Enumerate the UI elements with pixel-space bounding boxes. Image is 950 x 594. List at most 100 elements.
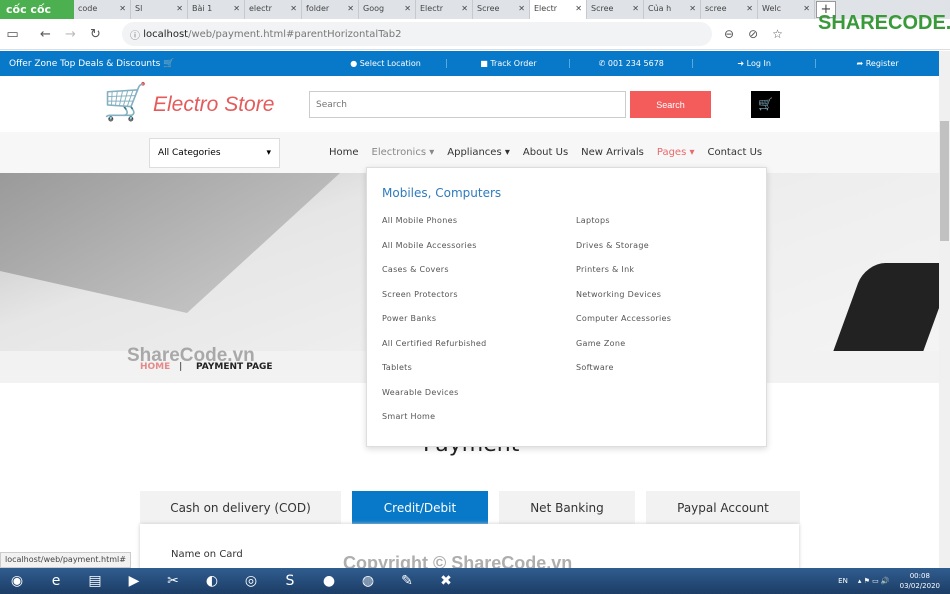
tab-cod[interactable]: Cash on delivery (COD)	[140, 491, 341, 524]
nav-home[interactable]: Home	[329, 147, 359, 158]
tab-net-banking[interactable]: Net Banking	[499, 491, 635, 524]
login-icon: ➜	[737, 59, 747, 68]
nav-pages[interactable]: Pages ▾	[657, 147, 695, 158]
close-icon[interactable]: ✕	[632, 4, 639, 15]
site-header: 🛒Electro Store Search 🛒	[0, 76, 939, 132]
dropdown-item[interactable]: Software	[576, 363, 671, 388]
browser-tab[interactable]: folder ✕	[302, 0, 359, 19]
browser-tab[interactable]: Của h ✕	[644, 0, 701, 19]
dropdown-item[interactable]: Laptops	[576, 216, 671, 241]
chrome-icon[interactable]: ◍	[351, 569, 385, 593]
pin-icon: ●	[350, 59, 360, 68]
select-location-link[interactable]: ● Select Location	[325, 59, 448, 68]
close-icon[interactable]: ✕	[803, 4, 810, 15]
search-button[interactable]: Search	[630, 91, 711, 118]
dropdown-item[interactable]: Printers & Ink	[576, 265, 671, 290]
nav-new-arrivals[interactable]: New Arrivals	[581, 147, 644, 158]
dropdown-item[interactable]: Screen Protectors	[382, 290, 487, 315]
dropdown-item[interactable]: Smart Home	[382, 412, 487, 437]
browser-tab[interactable]: Electr ✕	[416, 0, 473, 19]
dropdown-item[interactable]: Game Zone	[576, 339, 671, 364]
browser-tab[interactable]: Sl ✕	[131, 0, 188, 19]
tray-icons[interactable]: ▴ ⚑ ▭ 🔊	[858, 577, 890, 585]
paint-icon[interactable]: ✎	[390, 569, 424, 593]
close-icon[interactable]: ✕	[347, 4, 354, 15]
scrollbar-thumb[interactable]	[940, 121, 949, 241]
back-icon[interactable]: ←	[33, 27, 58, 42]
explorer-icon[interactable]: ▤	[78, 569, 112, 593]
dropdown-item[interactable]: Networking Devices	[576, 290, 671, 315]
taskbar: ◉ e ▤ ▶ ✂ ◐ ◎ S ● ◍ ✎ ✖ EN ▴ ⚑ ▭ 🔊 00:08 03…	[0, 568, 950, 594]
browser-tab[interactable]: Electr ✕	[530, 0, 587, 19]
close-icon[interactable]: ✕	[233, 4, 240, 15]
xampp-icon[interactable]: ✖	[429, 569, 463, 593]
payment-tabs: Cash on delivery (COD) Credit/Debit Net …	[140, 491, 800, 524]
snipping-icon[interactable]: ✂	[156, 569, 190, 593]
track-order-link[interactable]: ■ Track Order	[447, 59, 571, 68]
logo[interactable]: 🛒 Electro Store	[103, 81, 274, 129]
close-icon[interactable]: ✕	[518, 4, 525, 15]
firefox-icon[interactable]: ◐	[195, 569, 229, 593]
dropdown-item[interactable]: Computer Accessories	[576, 314, 671, 339]
dropdown-item[interactable]: All Mobile Accessories	[382, 241, 487, 266]
electronics-dropdown: Mobiles, Computers All Mobile Phones All …	[366, 167, 767, 447]
offer-zone[interactable]: Offer Zone Top Deals & Discounts 🛒	[0, 59, 325, 69]
url-input[interactable]: ⓘ localhost/web/payment.html#parentHoriz…	[122, 22, 712, 46]
cart-icon: 🛒	[163, 58, 175, 69]
shield-icon[interactable]: ⊘	[748, 27, 758, 41]
close-icon[interactable]: ✕	[746, 4, 753, 15]
close-icon[interactable]: ✕	[119, 4, 126, 15]
close-icon[interactable]: ✕	[404, 4, 411, 15]
dropdown-item[interactable]: All Certified Refurbished	[382, 339, 487, 364]
dropdown-item[interactable]: Cases & Covers	[382, 265, 487, 290]
browser-tab[interactable]: Welc ✕	[758, 0, 815, 19]
ie-icon[interactable]: e	[39, 569, 73, 593]
dropdown-item[interactable]: All Mobile Phones	[382, 216, 487, 241]
nav-about[interactable]: About Us	[523, 147, 568, 158]
dropdown-item[interactable]: Tablets	[382, 363, 487, 388]
watermark-logo: SHARECODE.vn	[818, 12, 950, 34]
start-button[interactable]: ◉	[0, 569, 34, 593]
forward-icon[interactable]: →	[58, 27, 83, 42]
login-link[interactable]: ➜ Log In	[693, 59, 817, 68]
browser-tab[interactable]: Goog ✕	[359, 0, 416, 19]
close-icon[interactable]: ✕	[461, 4, 468, 15]
info-icon: ⓘ	[130, 30, 144, 42]
nav-contact[interactable]: Contact Us	[707, 147, 762, 158]
browser-tab[interactable]: scree ✕	[701, 0, 758, 19]
browser-tab[interactable]: electr ✕	[245, 0, 302, 19]
clock[interactable]: 00:08 03/02/2020	[900, 571, 940, 591]
dropdown-item[interactable]: Power Banks	[382, 314, 487, 339]
truck-icon: ■	[480, 59, 491, 68]
sidebar-icon[interactable]: ▭	[0, 27, 25, 42]
phone-icon: ✆	[598, 59, 608, 68]
media-icon[interactable]: ▶	[117, 569, 151, 593]
browser-tab[interactable]: Scree ✕	[473, 0, 530, 19]
star-icon[interactable]: ☆	[772, 27, 783, 41]
browser-tab[interactable]: code ✕	[74, 0, 131, 19]
close-icon[interactable]: ✕	[575, 4, 582, 15]
coccoc-icon[interactable]: ◎	[234, 569, 268, 593]
phone-link[interactable]: ✆ 001 234 5678	[570, 59, 694, 68]
browser-tab[interactable]: Bài 1 ✕	[188, 0, 245, 19]
cart-button[interactable]: 🛒	[751, 91, 780, 118]
scrollbar[interactable]	[939, 51, 950, 568]
tab-credit-debit[interactable]: Credit/Debit	[352, 491, 488, 524]
close-icon[interactable]: ✕	[290, 4, 297, 15]
sublime-icon[interactable]: S	[273, 569, 307, 593]
zoom-out-icon[interactable]: ⊖	[724, 27, 734, 41]
search-input[interactable]	[309, 91, 626, 118]
close-icon[interactable]: ✕	[689, 4, 696, 15]
nav-electronics[interactable]: Electronics ▾	[372, 147, 435, 158]
nav-appliances[interactable]: Appliances ▾	[447, 147, 510, 158]
record-icon[interactable]: ●	[312, 569, 346, 593]
tab-paypal[interactable]: Paypal Account	[646, 491, 800, 524]
reload-icon[interactable]: ↻	[83, 27, 108, 42]
category-select[interactable]: All Categories ▾	[149, 138, 280, 168]
browser-tab[interactable]: Scree ✕	[587, 0, 644, 19]
cart-logo-icon: 🛒	[103, 82, 148, 123]
close-icon[interactable]: ✕	[176, 4, 183, 15]
dropdown-item[interactable]: Drives & Storage	[576, 241, 671, 266]
dropdown-item[interactable]: Wearable Devices	[382, 388, 487, 413]
register-link[interactable]: ➦ Register	[816, 59, 939, 68]
